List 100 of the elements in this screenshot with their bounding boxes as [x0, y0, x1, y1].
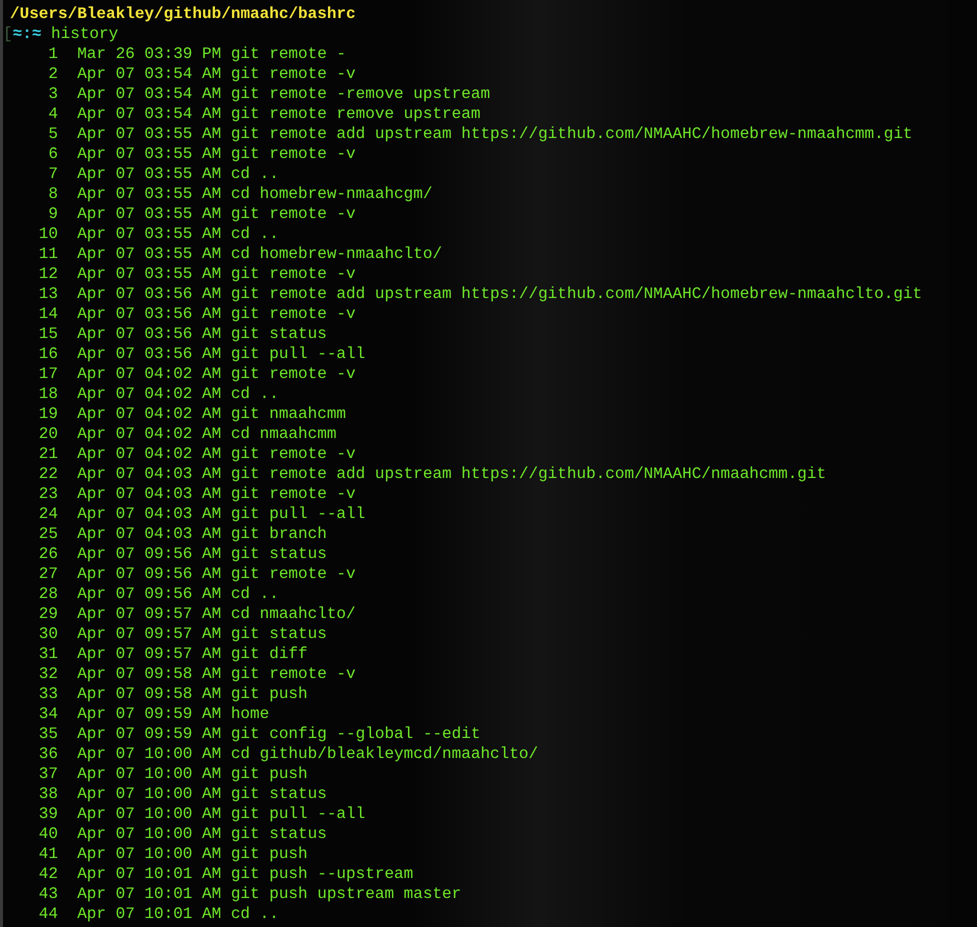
- line-number: 38: [38, 784, 58, 804]
- command-text: git remote -v: [230, 664, 356, 684]
- command-text: git remote add upstream https://github.com/NMAAHC/nmaahcmm.git: [230, 464, 826, 484]
- command-text: git config --global --edit: [230, 724, 480, 744]
- line-number: 21: [38, 444, 58, 464]
- command-text: cd homebrew-nmaahclto/: [230, 244, 442, 264]
- line-number: 37: [38, 764, 58, 784]
- command-text: git remote -v: [230, 444, 356, 464]
- command-text: git remote -v: [230, 264, 356, 284]
- command-text: git pull --all: [230, 504, 366, 524]
- timestamp: Apr 07 03:55 AM: [77, 244, 222, 264]
- line-number: 2: [47, 64, 58, 84]
- timestamp: Apr 07 09:57 AM: [77, 644, 222, 664]
- line-number: 18: [38, 384, 58, 404]
- line-number: 14: [38, 304, 58, 324]
- directory-path: /Users/Bleakley/github/nmaahc/bashrc: [10, 4, 356, 24]
- line-number: 13: [38, 284, 58, 304]
- timestamp: Apr 07 03:56 AM: [77, 284, 222, 304]
- line-number: 23: [38, 484, 58, 504]
- timestamp: Apr 07 03:55 AM: [77, 264, 222, 284]
- command-text: cd homebrew-nmaahcgm/: [230, 184, 432, 204]
- timestamp: Apr 07 04:03 AM: [77, 524, 222, 544]
- line-number: 25: [38, 524, 58, 544]
- line-number: 6: [47, 144, 58, 164]
- timestamp: Apr 07 03:55 AM: [77, 224, 222, 244]
- line-number: 1: [47, 44, 58, 64]
- command-text: git remote -v: [230, 364, 356, 384]
- line-number: 3: [47, 84, 58, 104]
- command-text: git remote -: [230, 44, 346, 64]
- line-number: 44: [38, 904, 58, 924]
- line-number: 33: [38, 684, 58, 704]
- line-number: 27: [38, 564, 58, 584]
- line-number: 42: [38, 864, 58, 884]
- line-number: 8: [47, 184, 58, 204]
- timestamp: Apr 07 10:01 AM: [77, 864, 222, 884]
- command-text: git remote -v: [230, 484, 356, 504]
- timestamp: Apr 07 09:56 AM: [77, 544, 222, 564]
- timestamp: Mar 26 03:39 PM: [77, 44, 222, 64]
- timestamp: Apr 07 10:00 AM: [77, 844, 222, 864]
- command-text: cd ..: [230, 224, 279, 244]
- prompt-symbol: ≈:≈: [12, 24, 42, 44]
- command-text: cd ..: [230, 904, 279, 924]
- command-text: git remote -v: [230, 144, 356, 164]
- timestamp: Apr 07 10:00 AM: [77, 804, 222, 824]
- line-number: 7: [47, 164, 58, 184]
- line-number: 11: [38, 244, 58, 264]
- command-text: git nmaahcmm: [230, 404, 346, 424]
- timestamp: Apr 07 03:55 AM: [77, 184, 222, 204]
- timestamp: Apr 07 04:02 AM: [77, 424, 222, 444]
- timestamp: Apr 07 10:00 AM: [77, 784, 222, 804]
- command-text: git status: [230, 824, 327, 844]
- timestamp: Apr 07 04:03 AM: [77, 504, 222, 524]
- command-text: cd ..: [230, 584, 279, 604]
- timestamp: Apr 07 03:55 AM: [77, 204, 222, 224]
- command-text: git status: [230, 324, 327, 344]
- line-number: 16: [38, 344, 58, 364]
- command-text: history: [51, 24, 118, 44]
- timestamp: Apr 07 09:56 AM: [77, 584, 222, 604]
- timestamp: Apr 07 09:59 AM: [77, 724, 222, 744]
- command-text: cd github/bleakleymcd/nmaahclto/: [230, 744, 538, 764]
- timestamp: Apr 07 03:56 AM: [77, 324, 222, 344]
- command-text: git remote add upstream https://github.com/NMAAHC/homebrew-nmaahclto.git: [230, 284, 922, 304]
- command-text: git remote -v: [230, 304, 356, 324]
- line-number: 39: [38, 804, 58, 824]
- timestamp: Apr 07 10:00 AM: [77, 764, 222, 784]
- line-number: 15: [38, 324, 58, 344]
- timestamp: Apr 07 09:57 AM: [77, 624, 222, 644]
- line-number: 20: [38, 424, 58, 444]
- timestamp: Apr 07 03:55 AM: [77, 124, 222, 144]
- timestamp: Apr 07 03:56 AM: [77, 304, 222, 324]
- timestamp: Apr 07 03:55 AM: [77, 164, 222, 184]
- command-text: git branch: [230, 524, 327, 544]
- command-text: git status: [230, 784, 327, 804]
- line-number: 34: [38, 704, 58, 724]
- line-number: 12: [38, 264, 58, 284]
- timestamp: Apr 07 03:54 AM: [77, 104, 222, 124]
- line-number: 9: [47, 204, 58, 224]
- command-text: cd nmaahclto/: [230, 604, 356, 624]
- line-number: 19: [38, 404, 58, 424]
- command-text: git push: [230, 764, 308, 784]
- line-number: 22: [38, 464, 58, 484]
- command-text: git push: [230, 684, 308, 704]
- prompt-bracket: [: [3, 24, 13, 44]
- command-text: home: [230, 704, 270, 724]
- line-number: 43: [38, 884, 58, 904]
- line-number: 5: [47, 124, 58, 144]
- line-number: 41: [38, 844, 58, 864]
- command-text: git remote -v: [230, 564, 356, 584]
- command-text: git push: [230, 844, 308, 864]
- timestamp: Apr 07 10:00 AM: [77, 744, 222, 764]
- command-text: git remote add upstream https://github.com/NMAAHC/homebrew-nmaahcmm.git: [230, 124, 913, 144]
- line-number: 35: [38, 724, 58, 744]
- command-text: git remote -v: [230, 64, 356, 84]
- command-text: git push --upstream: [230, 864, 414, 884]
- line-number: 30: [38, 624, 58, 644]
- line-number: 36: [38, 744, 58, 764]
- timestamp: Apr 07 10:00 AM: [77, 824, 222, 844]
- command-text: git diff: [230, 644, 308, 664]
- timestamp: Apr 07 09:58 AM: [77, 684, 222, 704]
- line-number: 40: [38, 824, 58, 844]
